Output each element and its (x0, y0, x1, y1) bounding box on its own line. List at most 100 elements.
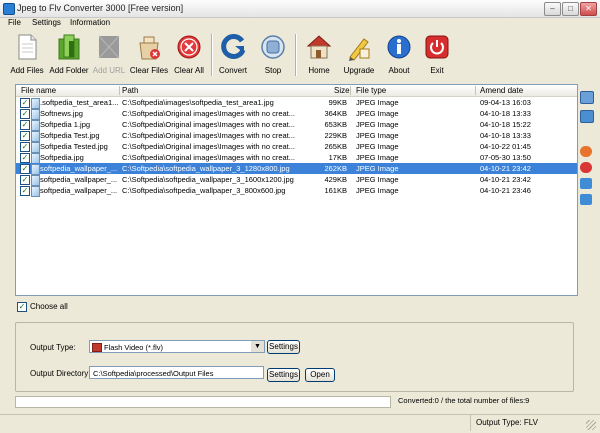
cell-type: JPEG Image (356, 153, 399, 162)
stop-button[interactable]: Stop (255, 30, 291, 80)
add-url-label: Add URL (92, 66, 126, 75)
stop-label: Stop (264, 66, 282, 75)
table-row[interactable]: ✓ softpedia_wallpaper_... C:\Softpedia\sof… (16, 174, 577, 186)
convert-label: Convert (218, 66, 247, 75)
maximize-button[interactable]: □ (562, 2, 579, 16)
move-down-icon[interactable] (580, 194, 592, 205)
stop-icon (261, 35, 285, 59)
close-button[interactable]: ✕ (580, 2, 597, 16)
add-url-icon (98, 35, 120, 59)
table-row[interactable]: ✓ Softnews.jpg C:\Softpedia\Original image… (16, 108, 577, 120)
table-row[interactable]: ✓ Softpedia.jpg C:\Softpedia\Original imag… (16, 152, 577, 164)
add-item-icon[interactable] (580, 110, 594, 123)
row-checkbox[interactable]: ✓ (20, 109, 30, 119)
menu-bar: File Settings Information (0, 17, 600, 29)
cell-size: 429KB (324, 175, 347, 184)
cell-size: 99KB (328, 98, 347, 107)
menu-settings[interactable]: Settings (32, 18, 61, 27)
progress-bar (15, 396, 391, 408)
output-settings-group: Output Type: Flash Video (*.flv) ▼ Setti… (15, 322, 574, 392)
toolbar-separator (211, 34, 213, 76)
choose-all-label: Choose all (30, 302, 68, 311)
upgrade-button[interactable]: Upgrade (341, 30, 377, 80)
cell-type: JPEG Image (356, 98, 399, 107)
add-url-button[interactable]: Add URL (91, 30, 127, 80)
table-row[interactable]: ✓ softpedia_wallpaper_... C:\Softpedia\sof… (16, 185, 577, 197)
table-row[interactable]: ✓ Softpedia Test.jpg C:\Softpedia\Original… (16, 130, 577, 142)
clear-all-button[interactable]: Clear All (171, 30, 207, 80)
table-row[interactable]: ✓ softpedia_wallpaper_... C:\Softpedia\sof… (16, 163, 577, 175)
column-size[interactable]: Size (334, 85, 350, 96)
row-checkbox[interactable]: ✓ (20, 98, 30, 108)
table-row[interactable]: ✓ Softpedia 1.jpg C:\Softpedia\Original im… (16, 119, 577, 131)
move-up-icon[interactable] (580, 178, 592, 189)
cell-date: 04-10-18 13:33 (480, 131, 531, 140)
column-file-name[interactable]: File name (21, 85, 56, 96)
window-title: Jpeg to Flv Converter 3000 [Free version… (17, 3, 184, 13)
clear-files-label: Clear Files (129, 66, 169, 75)
cell-type: JPEG Image (356, 109, 399, 118)
home-icon (306, 35, 332, 59)
column-file-type[interactable]: File type (356, 85, 386, 96)
table-row[interactable]: ✓ .softpedia_test_area1... C:\Softpedia\im… (16, 97, 577, 109)
column-amend-date[interactable]: Amend date (480, 85, 523, 96)
output-directory-field[interactable]: C:\Softpedia\processed\Output Files (89, 366, 264, 379)
remove-item-icon[interactable] (580, 146, 592, 157)
file-list[interactable]: File name Path Size File type Amend date… (15, 84, 578, 296)
column-path[interactable]: Path (122, 85, 138, 96)
cell-name: Softpedia Test.jpg (40, 131, 100, 140)
about-button[interactable]: About (381, 30, 417, 80)
cell-type: JPEG Image (356, 164, 399, 173)
row-checkbox[interactable]: ✓ (20, 120, 30, 130)
cell-type: JPEG Image (356, 120, 399, 129)
output-type-settings-button[interactable]: Settings (267, 340, 300, 354)
row-checkbox[interactable]: ✓ (20, 153, 30, 163)
resize-grip-icon[interactable] (586, 420, 596, 430)
cell-name: softpedia_wallpaper_... (40, 186, 118, 195)
menu-file[interactable]: File (8, 18, 21, 27)
output-directory-settings-button[interactable]: Settings (267, 368, 300, 382)
exit-label: Exit (430, 66, 444, 75)
file-list-header: File name Path Size File type Amend date (16, 85, 577, 97)
home-button[interactable]: Home (301, 30, 337, 80)
output-directory-label: Output Directory: (30, 369, 91, 378)
status-divider (470, 415, 471, 431)
row-checkbox[interactable]: ✓ (20, 186, 30, 196)
cell-date: 04-10-22 01:45 (480, 142, 531, 151)
upgrade-icon (349, 38, 370, 61)
row-checkbox[interactable]: ✓ (20, 175, 30, 185)
cell-size: 653KB (324, 120, 347, 129)
add-files-button[interactable]: Add Files (9, 30, 45, 80)
cell-type: JPEG Image (356, 142, 399, 151)
exit-button[interactable]: Exit (419, 30, 455, 80)
clear-all-label: Clear All (174, 66, 204, 75)
choose-all-checkbox[interactable]: ✓ (17, 302, 27, 312)
clear-files-button[interactable]: Clear Files (129, 30, 169, 80)
convert-button[interactable]: Convert (215, 30, 251, 80)
title-bar[interactable]: Jpeg to Flv Converter 3000 [Free version… (0, 0, 600, 18)
list-view-icon[interactable] (580, 91, 594, 104)
about-label: About (388, 66, 410, 75)
cell-size: 161KB (324, 186, 347, 195)
menu-information[interactable]: Information (70, 18, 110, 27)
cell-name: Softpedia.jpg (40, 153, 84, 162)
table-row[interactable]: ✓ Softpedia Tested.jpg C:\Softpedia\Origin… (16, 141, 577, 153)
delete-item-icon[interactable] (580, 162, 592, 173)
status-output-type: Output Type: FLV (476, 418, 538, 427)
row-checkbox[interactable]: ✓ (20, 142, 30, 152)
column-divider[interactable] (475, 86, 476, 95)
add-files-icon (18, 34, 37, 60)
cell-date: 04-10-21 23:46 (480, 186, 531, 195)
chevron-down-icon[interactable]: ▼ (251, 341, 264, 352)
row-checkbox[interactable]: ✓ (20, 131, 30, 141)
output-type-select[interactable]: Flash Video (*.flv) (89, 340, 265, 353)
cell-date: 09-04-13 16:03 (480, 98, 531, 107)
toolbar: Add Files Add Folder Add URL Clear Files (3, 30, 597, 82)
column-divider[interactable] (119, 86, 120, 95)
open-folder-button[interactable]: Open (305, 368, 335, 382)
add-folder-button[interactable]: Add Folder (49, 30, 89, 80)
row-checkbox[interactable]: ✓ (20, 164, 30, 174)
column-divider[interactable] (350, 86, 351, 95)
cell-name: Softpedia 1.jpg (40, 120, 91, 129)
minimize-button[interactable]: – (544, 2, 561, 16)
